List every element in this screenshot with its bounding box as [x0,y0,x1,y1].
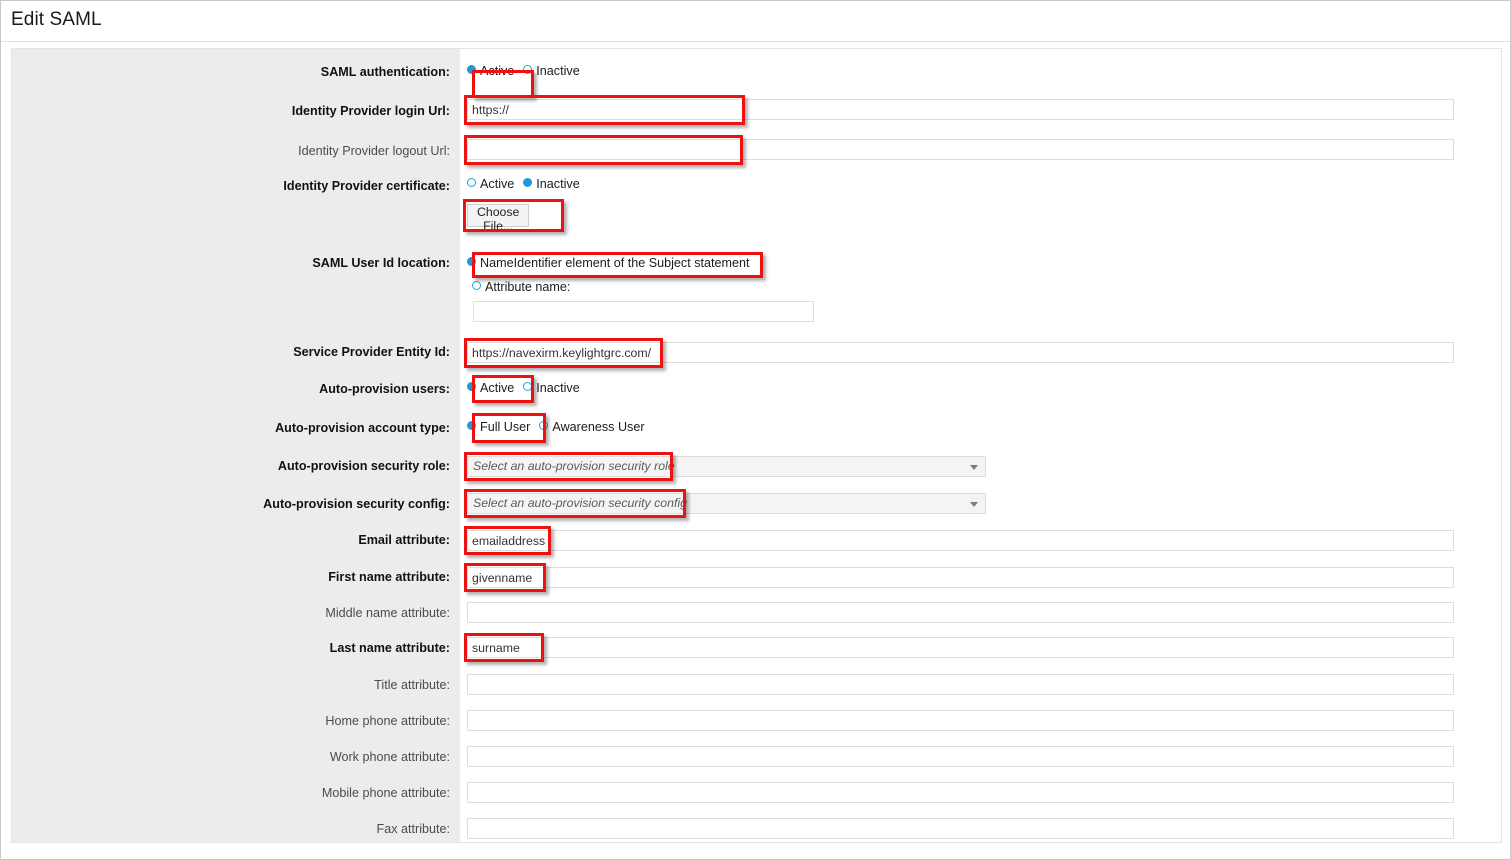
chevron-down-icon[interactable] [970,502,978,507]
radio-group-auto-provision-account-type: Full User Awareness User [467,418,654,436]
label-identity-provider-certificate: Identity Provider certificate: [283,179,450,193]
input-identity-provider-logout-url[interactable] [467,139,1454,160]
label-middle-name-attribute: Middle name attribute: [325,606,450,620]
label-saml-authentication: SAML authentication: [320,65,450,79]
radio-option-auto-provision-users-1[interactable]: Inactive [523,379,580,397]
input-first-name-attribute[interactable] [467,567,1454,588]
radio-group-identity-provider-certificate: Active Inactive [467,175,589,193]
input-middle-name-attribute[interactable] [467,602,1454,623]
radio-selected-icon [467,382,476,392]
radio-option-saml-user-id-location-0[interactable]: NameIdentifier element of the Subject st… [467,254,750,272]
radio-group-saml-user-id-location-secondary: Attribute name: [472,278,579,296]
radio-unselected-icon [472,281,481,291]
input-identity-provider-login-url[interactable] [467,99,1454,120]
input-home-phone-attribute[interactable] [467,710,1454,731]
label-last-name-attribute: Last name attribute: [329,641,450,655]
input-last-name-attribute[interactable] [467,637,1454,658]
radio-option-saml-authentication-0[interactable]: Active [467,62,514,80]
dropdown-auto-provision-security-role[interactable]: Select an auto-provision security role [467,456,986,477]
radio-label: Inactive [536,63,580,78]
radio-unselected-icon [467,178,476,188]
chevron-down-icon[interactable] [970,465,978,470]
dropdown-placeholder: Select an auto-provision security role [473,459,675,473]
input-title-attribute[interactable] [467,674,1454,695]
label-first-name-attribute: First name attribute: [328,570,450,584]
label-auto-provision-security-role: Auto-provision security role: [277,459,450,473]
radio-label: Active [480,63,515,78]
input-mobile-phone-attribute[interactable] [467,782,1454,803]
label-auto-provision-account-type: Auto-provision account type: [275,421,450,435]
label-saml-user-id-location: SAML User Id location: [312,256,450,270]
radio-label: Full User [480,419,531,434]
input-email-attribute[interactable] [467,530,1454,551]
radio-group-saml-user-id-location-primary: NameIdentifier element of the Subject st… [467,254,759,272]
label-fax-attribute: Fax attribute: [376,822,451,836]
radio-option-auto-provision-users-0[interactable]: Active [467,379,514,397]
label-identity-provider-login-url: Identity Provider login Url: [291,104,450,118]
radio-selected-icon [523,178,533,188]
saml-settings-form: SAML authentication: Active Inactive Identi… [11,48,1502,843]
edit-saml-window: Edit SAML SAML authentication: Active Inac… [0,0,1511,860]
radio-option-saml-authentication-1[interactable]: Inactive [523,62,580,80]
label-title-attribute: Title attribute: [374,678,450,692]
input-service-provider-entity-id[interactable] [467,342,1454,363]
radio-option-auto-provision-account-type-1[interactable]: Awareness User [539,418,645,436]
radio-label: Inactive [536,380,580,395]
radio-selected-icon [467,65,476,75]
radio-label: Active [480,176,515,191]
input-work-phone-attribute[interactable] [467,746,1454,767]
radio-label: Active [480,380,515,395]
label-service-provider-entity-id: Service Provider Entity Id: [293,345,450,359]
radio-option-identity-provider-certificate-0[interactable]: Active [467,175,514,193]
radio-option-identity-provider-certificate-1[interactable]: Inactive [523,175,580,193]
radio-option-saml-user-id-location-1[interactable]: Attribute name: [472,278,570,296]
label-mobile-phone-attribute: Mobile phone attribute: [321,786,450,800]
radio-group-auto-provision-users: Active Inactive [467,379,589,397]
input-fax-attribute[interactable] [467,818,1454,839]
page-title: Edit SAML [11,9,102,30]
radio-label: Attribute name: [485,279,571,294]
label-auto-provision-users: Auto-provision users: [319,382,450,396]
title-bar: Edit SAML [1,1,1510,42]
radio-unselected-icon [523,65,533,75]
radio-unselected-icon [539,421,549,431]
radio-label: Awareness User [552,419,645,434]
radio-label: NameIdentifier element of the Subject st… [480,255,750,270]
label-home-phone-attribute: Home phone attribute: [325,714,450,728]
radio-unselected-icon [523,382,533,392]
radio-group-saml-authentication: Active Inactive [467,62,589,80]
label-identity-provider-logout-url: Identity Provider logout Url: [298,144,450,158]
input-attribute-name[interactable] [473,301,814,322]
radio-label: Inactive [536,176,580,191]
label-email-attribute: Email attribute: [358,533,450,547]
radio-selected-icon [467,257,476,267]
radio-option-auto-provision-account-type-0[interactable]: Full User [467,418,530,436]
dropdown-placeholder: Select an auto-provision security config [473,496,687,510]
radio-selected-icon [467,421,476,431]
label-auto-provision-security-config: Auto-provision security config: [263,497,450,511]
choose-file-button[interactable]: Choose File... [467,204,530,233]
label-work-phone-attribute: Work phone attribute: [329,750,450,764]
dropdown-auto-provision-security-config[interactable]: Select an auto-provision security config [467,493,986,514]
